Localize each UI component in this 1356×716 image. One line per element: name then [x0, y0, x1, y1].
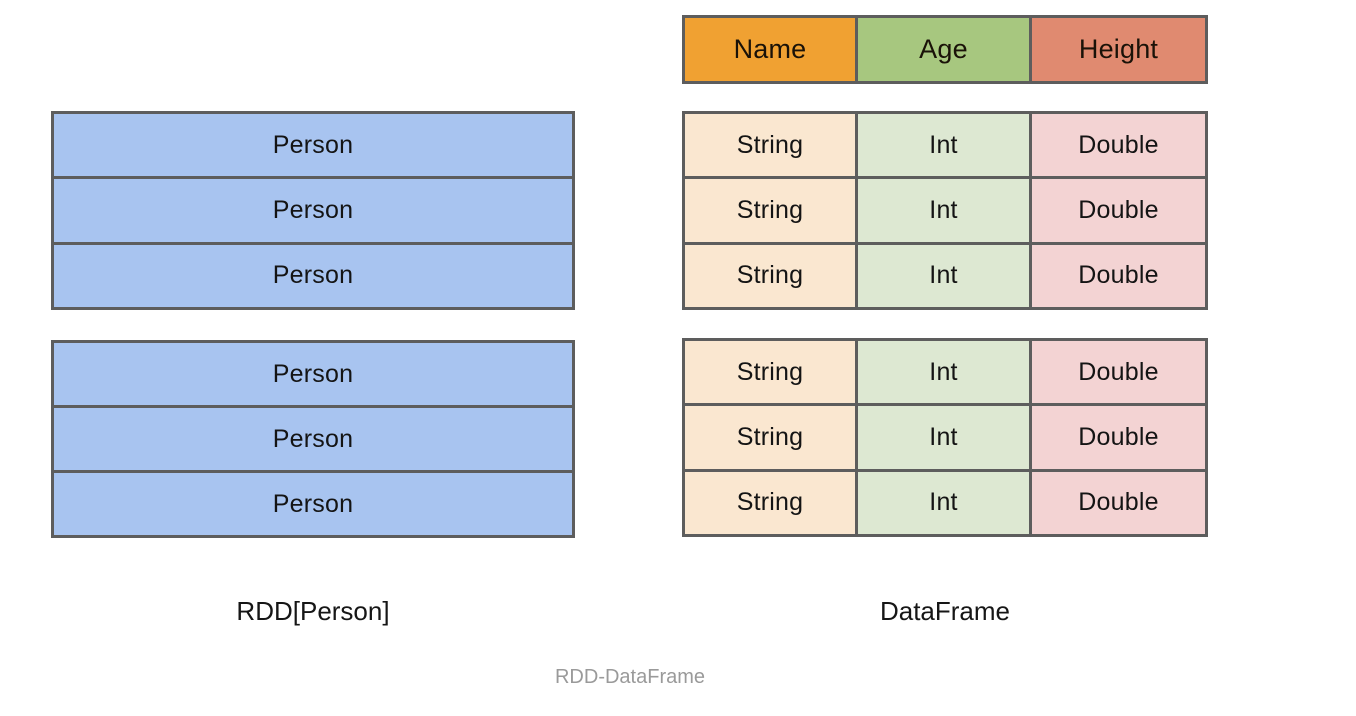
- dataframe-cell-age: Int: [858, 244, 1032, 307]
- rdd-row-label: Person: [272, 261, 354, 290]
- dataframe-cell-age: Int: [858, 114, 1032, 177]
- dataframe-cell-label: Double: [1078, 130, 1159, 159]
- dataframe-row: String Int Double: [685, 341, 1205, 407]
- rdd-row: Person: [54, 179, 572, 245]
- rdd-row: Person: [54, 114, 572, 180]
- dataframe-cell-height: Double: [1032, 406, 1205, 469]
- schema-header-cell-height: Height: [1032, 18, 1205, 81]
- dataframe-cell-label: String: [736, 357, 804, 386]
- dataframe-cell-height: Double: [1032, 341, 1205, 404]
- rdd-dataframe-diagram: Person Person Person Person Person Perso…: [0, 0, 1356, 716]
- rdd-row: Person: [54, 244, 572, 307]
- rdd-row-label: Person: [272, 130, 354, 159]
- rdd-partition-1: Person Person Person: [51, 111, 575, 310]
- dataframe-cell-height: Double: [1032, 471, 1205, 534]
- dataframe-cell-label: Double: [1078, 195, 1159, 224]
- rdd-row-label: Person: [272, 359, 354, 388]
- dataframe-row: String Int Double: [685, 406, 1205, 472]
- dataframe-cell-label: Int: [929, 261, 958, 290]
- schema-header-row: Name Age Height: [685, 18, 1205, 81]
- dataframe-row: String Int Double: [685, 471, 1205, 534]
- dataframe-cell-name: String: [685, 341, 858, 404]
- schema-header-label: Name: [733, 34, 807, 64]
- dataframe-cell-label: Double: [1078, 261, 1159, 290]
- dataframe-partition-1: String Int Double String Int Double Stri…: [682, 111, 1208, 310]
- dataframe-cell-label: Int: [929, 195, 958, 224]
- dataframe-side-label: DataFrame: [879, 596, 1011, 626]
- dataframe-cell-age: Int: [858, 471, 1032, 534]
- schema-header-cell-age: Age: [858, 18, 1032, 81]
- dataframe-cell-label: String: [736, 130, 804, 159]
- schema-header-label: Height: [1078, 34, 1159, 64]
- dataframe-row: String Int Double: [685, 114, 1205, 180]
- rdd-row-label: Person: [272, 195, 354, 224]
- dataframe-cell-label: Int: [929, 130, 958, 159]
- dataframe-cell-label: Int: [929, 488, 958, 517]
- rdd-row-label: Person: [272, 489, 354, 518]
- dataframe-row: String Int Double: [685, 179, 1205, 245]
- dataframe-cell-name: String: [685, 406, 858, 469]
- rdd-row: Person: [54, 473, 572, 535]
- dataframe-cell-name: String: [685, 471, 858, 534]
- dataframe-cell-height: Double: [1032, 244, 1205, 307]
- dataframe-cell-label: Double: [1078, 422, 1159, 451]
- schema-header-cell-name: Name: [685, 18, 858, 81]
- dataframe-cell-age: Int: [858, 341, 1032, 404]
- rdd-row-label: Person: [272, 424, 354, 453]
- dataframe-cell-age: Int: [858, 406, 1032, 469]
- dataframe-cell-height: Double: [1032, 179, 1205, 242]
- dataframe-cell-label: String: [736, 261, 804, 290]
- figure-caption: RDD-DataFrame: [554, 666, 706, 688]
- rdd-partition-2: Person Person Person: [51, 340, 575, 538]
- dataframe-cell-name: String: [685, 114, 858, 177]
- dataframe-cell-label: String: [736, 422, 804, 451]
- dataframe-cell-label: String: [736, 488, 804, 517]
- dataframe-cell-name: String: [685, 244, 858, 307]
- rdd-row: Person: [54, 408, 572, 473]
- dataframe-row: String Int Double: [685, 244, 1205, 307]
- dataframe-partition-2: String Int Double String Int Double Stri…: [682, 338, 1208, 537]
- dataframe-cell-label: Int: [929, 357, 958, 386]
- dataframe-cell-height: Double: [1032, 114, 1205, 177]
- dataframe-cell-name: String: [685, 179, 858, 242]
- dataframe-cell-label: Int: [929, 422, 958, 451]
- dataframe-cell-label: Double: [1078, 357, 1159, 386]
- dataframe-cell-label: Double: [1078, 488, 1159, 517]
- dataframe-schema-header: Name Age Height: [682, 15, 1208, 84]
- schema-header-label: Age: [919, 34, 968, 64]
- rdd-side-label: RDD[Person]: [236, 596, 390, 626]
- dataframe-cell-label: String: [736, 195, 804, 224]
- dataframe-cell-age: Int: [858, 179, 1032, 242]
- rdd-row: Person: [54, 343, 572, 408]
